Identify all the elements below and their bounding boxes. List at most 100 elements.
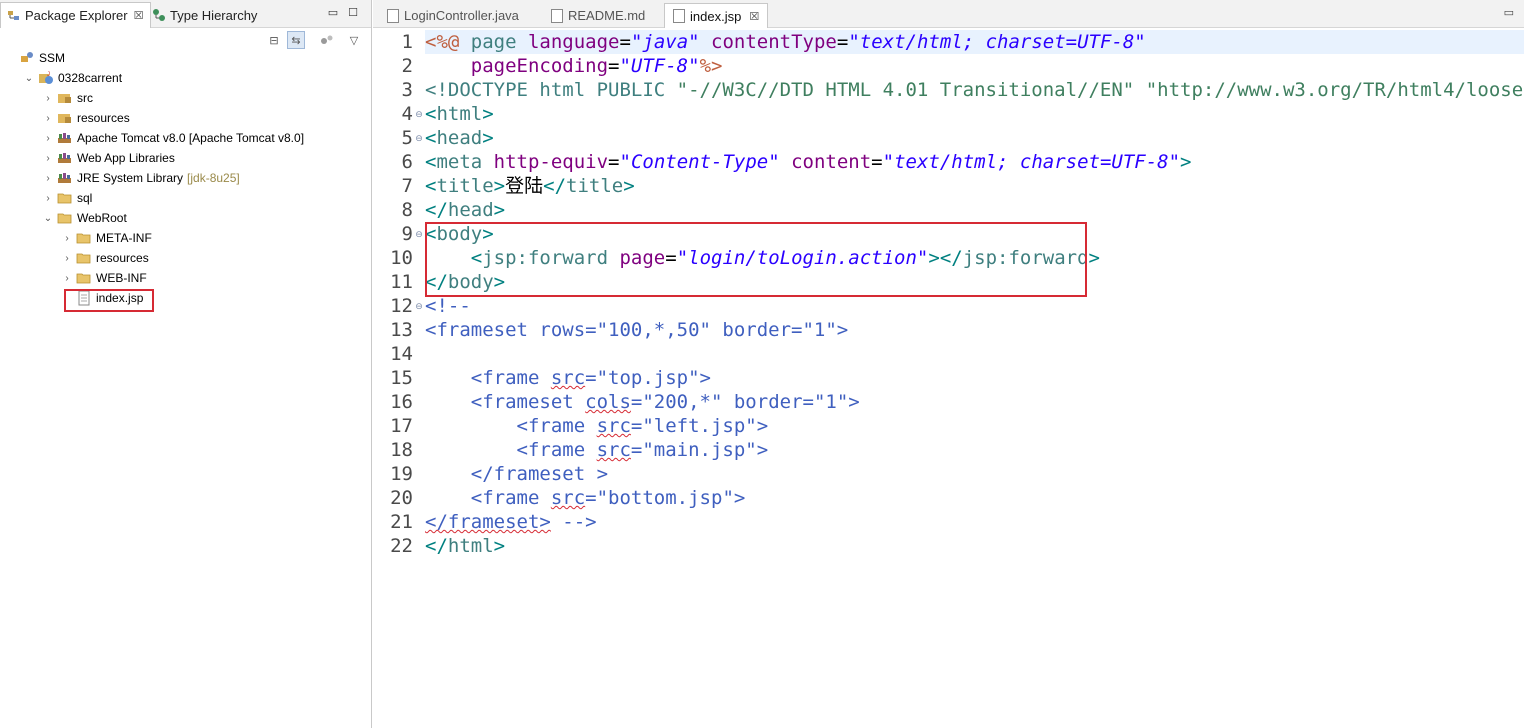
line-number: 12 bbox=[390, 295, 413, 317]
code-token: ="left.jsp"> bbox=[630, 415, 769, 437]
tree-item[interactable]: › Web App Libraries bbox=[42, 148, 175, 168]
chevron-down-icon[interactable]: ⌄ bbox=[42, 213, 54, 224]
code-line[interactable]: <meta http-equiv="Content-Type" content=… bbox=[425, 150, 1524, 174]
code-token: <!DOCTYPE html PUBLIC bbox=[425, 79, 677, 101]
tree-item[interactable]: SSM bbox=[4, 48, 65, 68]
close-icon[interactable]: ☒ bbox=[749, 10, 759, 23]
link-with-editor-icon[interactable]: ⇆ bbox=[287, 31, 305, 49]
code-token: <!-- bbox=[425, 295, 471, 317]
chevron-down-icon[interactable]: ⌄ bbox=[23, 73, 35, 84]
collapse-all-icon[interactable]: ⊟ bbox=[265, 31, 283, 49]
code-line[interactable]: <frame src="main.jsp"> bbox=[425, 438, 1524, 462]
code-token: > bbox=[623, 175, 635, 197]
tree-item[interactable]: › JRE System Library [jdk-8u25] bbox=[42, 168, 240, 188]
jsp-file-icon bbox=[673, 9, 685, 23]
tree-item[interactable]: › resources bbox=[42, 108, 129, 128]
chevron-right-icon[interactable]: › bbox=[42, 93, 54, 104]
chevron-right-icon[interactable]: › bbox=[61, 233, 73, 244]
code-line[interactable]: <title>登陆</title> bbox=[425, 174, 1524, 198]
chevron-right-icon[interactable]: › bbox=[61, 253, 73, 264]
package-folder-icon bbox=[57, 110, 73, 126]
code-token: > bbox=[493, 175, 506, 197]
tree-item[interactable]: ⌄ WebRoot bbox=[42, 208, 127, 228]
tree-item-label: Web App Libraries bbox=[77, 151, 175, 165]
tab-readme[interactable]: README.md bbox=[543, 3, 653, 28]
fold-toggle-icon[interactable]: ⊖ bbox=[414, 126, 424, 150]
chevron-right-icon[interactable]: › bbox=[42, 133, 54, 144]
tree-item[interactable]: › src bbox=[42, 88, 93, 108]
close-icon[interactable]: ☒ bbox=[134, 9, 144, 22]
code-line[interactable] bbox=[425, 342, 1524, 366]
code-line[interactable]: </frameset> --> bbox=[425, 510, 1524, 534]
code-token: "text/html; charset=UTF-8" bbox=[882, 151, 1181, 173]
chevron-right-icon[interactable]: › bbox=[42, 193, 54, 204]
code-editor[interactable]: <%@ page language="java" contentType="te… bbox=[425, 28, 1524, 728]
tree-item-decoration: [jdk-8u25] bbox=[187, 171, 240, 185]
code-token: ="bottom.jsp"> bbox=[585, 487, 746, 509]
fold-toggle-icon[interactable]: ⊖ bbox=[414, 294, 424, 318]
folder-icon bbox=[76, 230, 92, 246]
code-token: </ bbox=[425, 199, 448, 221]
code-token: > bbox=[493, 199, 506, 221]
tree-item[interactable]: › sql bbox=[42, 188, 92, 208]
tree-item[interactable]: › WEB-INF bbox=[61, 268, 146, 288]
tab-login-controller[interactable]: LoginController.java bbox=[379, 3, 527, 28]
tree-item[interactable]: › Apache Tomcat v8.0 [Apache Tomcat v8.0] bbox=[42, 128, 304, 148]
view-tab-bar: Package Explorer ☒ Type Hierarchy ▭ ☐ bbox=[0, 0, 371, 28]
code-line[interactable]: <frame src="left.jsp"> bbox=[425, 414, 1524, 438]
tab-label: README.md bbox=[568, 8, 646, 23]
line-number-gutter: 1 2 3 4 ⊖ 5 ⊖ 6 7 8 9 ⊖ 10 11 12 ⊖ 13 14 15 16 17 18 19 20 21 22 bbox=[373, 28, 425, 728]
tab-label: index.jsp bbox=[690, 8, 742, 24]
tab-index-jsp[interactable]: index.jsp ☒ bbox=[664, 3, 769, 28]
view-menu-icon[interactable]: ▽ bbox=[345, 31, 363, 49]
code-token: meta bbox=[436, 151, 494, 173]
tree-item[interactable]: › resources bbox=[61, 248, 148, 268]
code-line[interactable]: <frame src="bottom.jsp"> bbox=[425, 486, 1524, 510]
maximize-icon[interactable]: ☐ bbox=[346, 6, 360, 20]
line-number: 14 bbox=[390, 343, 413, 365]
tree-item[interactable]: › META-INF bbox=[61, 228, 152, 248]
code-line[interactable]: </frameset > bbox=[425, 462, 1524, 486]
code-token: src bbox=[596, 415, 631, 437]
code-line[interactable]: </head> bbox=[425, 198, 1524, 222]
tree-item-label: SSM bbox=[39, 51, 66, 65]
folder-icon bbox=[76, 250, 92, 266]
chevron-right-icon[interactable]: › bbox=[61, 273, 73, 284]
code-token: <frame bbox=[425, 487, 551, 509]
code-token: < bbox=[425, 175, 437, 197]
code-line[interactable]: <html> bbox=[425, 102, 1524, 126]
tab-package-explorer[interactable]: Package Explorer ☒ bbox=[0, 2, 151, 28]
code-line[interactable]: </html> bbox=[425, 534, 1524, 558]
code-token: src bbox=[596, 439, 631, 461]
fold-toggle-icon[interactable]: ⊖ bbox=[414, 222, 424, 246]
fold-toggle-icon[interactable]: ⊖ bbox=[414, 102, 424, 126]
code-line[interactable]: <frameset cols="200,*" border="1"> bbox=[425, 390, 1524, 414]
chevron-right-icon[interactable]: › bbox=[42, 173, 54, 184]
code-line[interactable]: pageEncoding="UTF-8"%> bbox=[425, 54, 1524, 78]
tree-item-label: META-INF bbox=[96, 231, 152, 245]
code-token: = bbox=[619, 31, 631, 53]
minimize-icon[interactable]: ▭ bbox=[326, 6, 340, 20]
minimize-icon[interactable]: ▭ bbox=[1504, 6, 1514, 19]
code-token: < bbox=[425, 127, 437, 149]
chevron-right-icon[interactable]: › bbox=[42, 113, 54, 124]
code-token: content bbox=[779, 151, 872, 173]
line-number: 10 bbox=[390, 247, 413, 269]
line-number: 6 bbox=[401, 151, 413, 173]
code-token: ="top.jsp"> bbox=[585, 367, 712, 389]
code-line[interactable]: <%@ page language="java" contentType="te… bbox=[425, 30, 1524, 54]
tab-label: Package Explorer bbox=[25, 8, 128, 23]
code-token: < bbox=[425, 103, 437, 125]
package-folder-icon bbox=[57, 90, 73, 106]
code-line[interactable]: <frame src="top.jsp"> bbox=[425, 366, 1524, 390]
code-line[interactable]: <!DOCTYPE html PUBLIC "-//W3C//DTD HTML … bbox=[425, 78, 1524, 102]
code-token: ="200,*" border="1"> bbox=[630, 391, 860, 413]
code-line[interactable]: <head> bbox=[425, 126, 1524, 150]
chevron-right-icon[interactable]: › bbox=[42, 153, 54, 164]
tab-type-hierarchy[interactable]: Type Hierarchy bbox=[146, 2, 263, 28]
focus-icon[interactable] bbox=[318, 31, 336, 49]
code-line[interactable]: <!-- bbox=[425, 294, 1524, 318]
code-line[interactable]: <frameset rows="100,*,50" border="1"> bbox=[425, 318, 1524, 342]
tree-item[interactable]: ⌄ J 0328carrent bbox=[23, 68, 122, 88]
